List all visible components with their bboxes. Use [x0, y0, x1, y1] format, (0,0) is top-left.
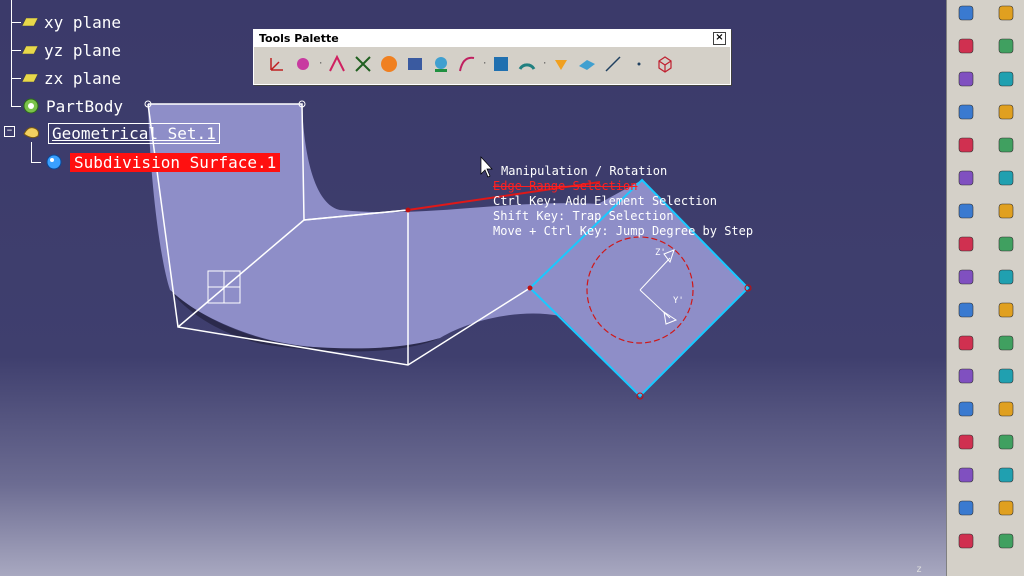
fillet-icon[interactable]	[995, 134, 1017, 156]
cylinder-icon[interactable]	[995, 233, 1017, 255]
tree-item-label: Subdivision Surface.1	[70, 152, 281, 172]
sphere-icon[interactable]	[430, 53, 452, 75]
tree-item-geometrical-set[interactable]: Geometrical Set.1	[22, 122, 220, 144]
wireframe-cube-icon[interactable]	[995, 431, 1017, 453]
wrap-icon[interactable]	[995, 365, 1017, 387]
rings-icon[interactable]	[955, 200, 977, 222]
line-icon[interactable]	[602, 53, 624, 75]
eye-icon[interactable]	[995, 497, 1017, 519]
revolve-icon[interactable]	[955, 233, 977, 255]
tree-item-label: Geometrical Set.1	[48, 122, 220, 144]
axis-z-label: Z'	[655, 248, 666, 258]
tooltip-edge-range: Edge Range Selection	[493, 179, 638, 193]
tree-item-subdivision-surface[interactable]: Subdivision Surface.1	[44, 151, 281, 173]
tangent-icon[interactable]	[995, 464, 1017, 486]
specification-tree: − xy plane yz plane zx plane PartBody Ge…	[0, 0, 300, 180]
grid-dots-icon[interactable]	[995, 398, 1017, 420]
tree-connector	[31, 162, 41, 163]
gauge-icon[interactable]	[516, 53, 538, 75]
refine-icon[interactable]	[995, 68, 1017, 90]
lamp-icon[interactable]	[955, 332, 977, 354]
tree-connector	[11, 22, 21, 23]
tools-palette[interactable]: Tools Palette × · · ·	[253, 29, 731, 85]
tooltip-title: Manipulation / Rotation	[501, 164, 668, 178]
sphere-pair-icon[interactable]	[955, 365, 977, 387]
paint-brush-icon[interactable]	[550, 53, 572, 75]
axis-system-icon[interactable]	[266, 53, 288, 75]
tree-connector	[11, 0, 12, 106]
mesh-icon[interactable]	[995, 200, 1017, 222]
tree-item-label: xy plane	[44, 12, 122, 32]
point-icon[interactable]	[628, 53, 650, 75]
tree-item-partbody[interactable]: PartBody	[22, 95, 123, 117]
tree-connector	[11, 78, 21, 79]
axis-xyz-icon[interactable]	[995, 101, 1017, 123]
axis-y-label: Y'	[673, 296, 684, 306]
tooltip-line: Shift Key: Trap Selection	[493, 209, 674, 223]
knot-icon[interactable]	[955, 398, 977, 420]
right-toolbar	[946, 0, 1024, 576]
twist-icon[interactable]	[995, 332, 1017, 354]
cube-stack-icon[interactable]	[955, 68, 977, 90]
collapse-toggle[interactable]: −	[4, 126, 15, 137]
close-button[interactable]: ×	[713, 32, 726, 45]
palette-separator: ·	[482, 58, 488, 69]
select-arrow-icon[interactable]	[955, 35, 977, 57]
shell-icon[interactable]	[995, 167, 1017, 189]
tree-item-yz-plane[interactable]: yz plane	[22, 39, 121, 61]
tube-icon[interactable]	[995, 266, 1017, 288]
wave-icon[interactable]	[955, 266, 977, 288]
face-vertex[interactable]	[527, 285, 533, 291]
lock-icon[interactable]	[995, 530, 1017, 552]
subdivision-surface-icon	[46, 154, 62, 170]
bridge-icon[interactable]	[955, 134, 977, 156]
analysis-icon[interactable]	[955, 464, 977, 486]
curve-tool-icon[interactable]	[456, 53, 478, 75]
tree-item-label: yz plane	[44, 40, 122, 60]
settings-icon[interactable]	[955, 530, 977, 552]
tools-palette-title: Tools Palette	[259, 32, 339, 45]
palette-separator: ·	[542, 58, 548, 69]
tooltip-line: Move + Ctrl Key: Jump Degree by Step	[493, 224, 754, 238]
partbody-gear-icon	[23, 98, 39, 114]
tree-connector	[11, 50, 21, 51]
tree-item-label: zx plane	[44, 68, 122, 88]
manipulation-tooltip: Manipulation / Rotation Edge Range Selec…	[493, 164, 753, 239]
box-icon[interactable]	[654, 53, 676, 75]
point-cloud-icon[interactable]	[292, 53, 314, 75]
fork-icon[interactable]	[955, 2, 977, 24]
tree-connector	[11, 106, 21, 107]
grid-icon[interactable]	[490, 53, 512, 75]
merge-icon[interactable]	[995, 299, 1017, 321]
geometrical-set-icon	[23, 127, 39, 139]
color-map-icon[interactable]	[378, 53, 400, 75]
tools-palette-icons: · · ·	[254, 47, 730, 80]
cube-shade-icon[interactable]	[404, 53, 426, 75]
stack-icon[interactable]	[955, 431, 977, 453]
sweep-icon[interactable]	[955, 101, 977, 123]
tooltip-line: Ctrl Key: Add Element Selection	[493, 194, 717, 208]
mouse-cursor-icon	[480, 156, 493, 178]
curve-blend-icon[interactable]	[955, 167, 977, 189]
close-cross-icon[interactable]	[955, 497, 977, 519]
tree-item-zx-plane[interactable]: zx plane	[22, 67, 121, 89]
edge-vertex[interactable]	[405, 207, 411, 213]
plane-icon	[22, 74, 38, 82]
cube-icon[interactable]	[995, 35, 1017, 57]
z-indicator: z	[916, 564, 923, 575]
tree-connector	[31, 142, 32, 162]
surface-icon[interactable]	[576, 53, 598, 75]
curve-icon[interactable]	[995, 2, 1017, 24]
tree-item-label: PartBody	[46, 96, 124, 116]
square-icon[interactable]	[955, 299, 977, 321]
manipulator-icon[interactable]	[326, 53, 348, 75]
plane-icon	[22, 46, 38, 54]
palette-separator: ·	[318, 58, 324, 69]
tools-palette-titlebar[interactable]: Tools Palette ×	[254, 30, 730, 47]
plane-icon	[22, 18, 38, 26]
compass-icon[interactable]	[352, 53, 374, 75]
tree-item-xy-plane[interactable]: xy plane	[22, 11, 121, 33]
